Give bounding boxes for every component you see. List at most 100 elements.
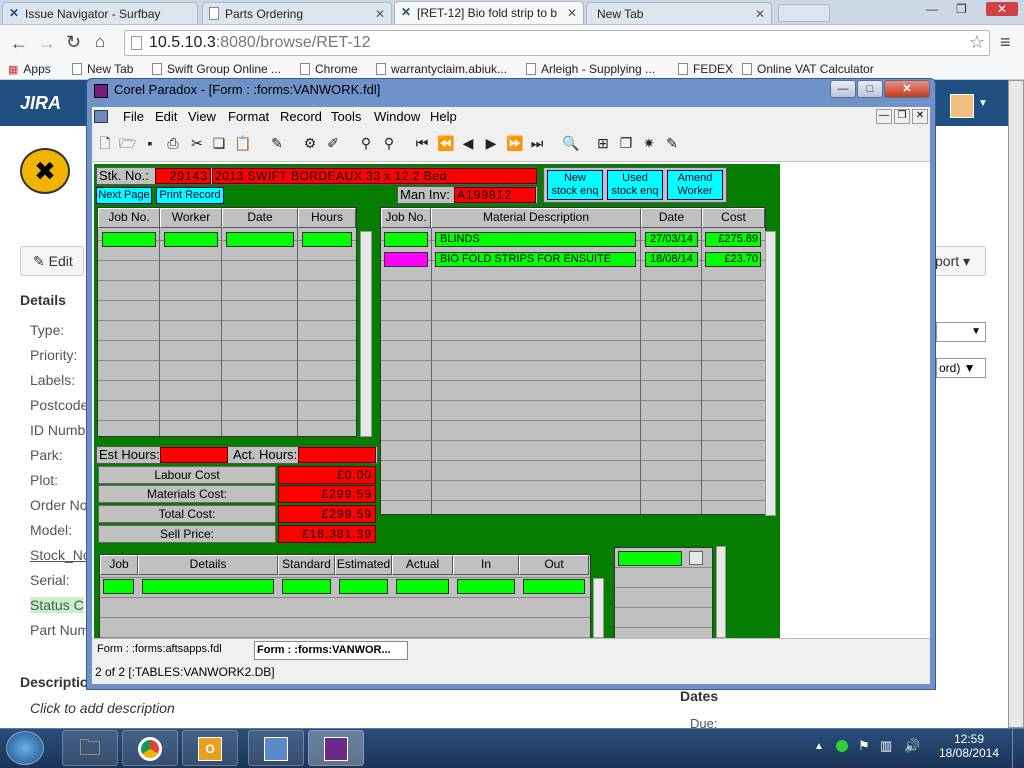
page-scrollbar[interactable] bbox=[1008, 80, 1024, 728]
job-job-field[interactable] bbox=[103, 579, 134, 594]
open-icon[interactable]: 🗁 bbox=[119, 135, 136, 151]
job-standard-field[interactable] bbox=[282, 579, 331, 594]
copy-icon[interactable]: ❏ bbox=[211, 135, 227, 151]
bookmark-swift-group[interactable]: Swift Group Online ... bbox=[152, 62, 281, 76]
bookmark-vat-calculator[interactable]: Online VAT Calculator bbox=[742, 62, 874, 76]
side-grid-scrollbar[interactable] bbox=[716, 546, 726, 638]
act-hours-field[interactable] bbox=[298, 447, 376, 463]
child-close-icon[interactable]: ✕ bbox=[912, 109, 928, 124]
bookmark-chrome[interactable]: Chrome bbox=[300, 62, 358, 76]
bookmark-arleigh[interactable]: Arleigh - Supplying ... bbox=[526, 62, 655, 76]
edit-button[interactable]: ✎ Edit bbox=[20, 246, 84, 276]
material-date-field[interactable]: 27/03/14 bbox=[645, 232, 698, 247]
chevron-down-icon[interactable]: ▼ bbox=[978, 98, 988, 109]
material-job-no-field[interactable] bbox=[384, 232, 428, 247]
next-record-icon[interactable]: ▶ bbox=[483, 135, 499, 151]
action-center-icon[interactable]: ⚑ bbox=[858, 738, 870, 754]
bookmark-new-tab[interactable]: New Tab bbox=[72, 62, 133, 76]
man-inv-field[interactable]: A199812 bbox=[454, 187, 536, 203]
field-view-icon[interactable]: 🔍 bbox=[562, 135, 579, 151]
vehicle-description-field[interactable]: 2013 SWIFT BORDEAUX 33 x 12.2 Bed bbox=[212, 168, 537, 184]
export-button[interactable]: port ▾ bbox=[930, 246, 986, 276]
new-stock-enq-button[interactable]: New stock enq bbox=[547, 170, 603, 200]
menu-record[interactable]: Record bbox=[280, 109, 322, 124]
filter-icon[interactable]: ⚙ bbox=[302, 135, 318, 151]
jira-logo[interactable]: JIRA bbox=[20, 93, 61, 114]
first-record-icon[interactable]: ⏮ bbox=[414, 135, 430, 151]
new-tab-button[interactable] bbox=[778, 4, 830, 22]
labour-scrollbar[interactable] bbox=[360, 231, 372, 437]
menu-edit[interactable]: Edit bbox=[155, 109, 177, 124]
print-icon[interactable]: ⎙ bbox=[165, 135, 181, 151]
back-icon[interactable]: ← bbox=[10, 33, 28, 54]
job-actual-field[interactable] bbox=[396, 579, 449, 594]
menu-window[interactable]: Window bbox=[374, 109, 420, 124]
tab-ret-12[interactable]: ✕ [RET-12] Bio fold strip to b ✕ bbox=[394, 1, 584, 25]
job-details-field[interactable] bbox=[142, 579, 274, 594]
material-date-field[interactable]: 18/08/14 bbox=[645, 252, 698, 267]
bookmark-apps[interactable]: ▦ Apps bbox=[8, 62, 51, 76]
tab-issue-navigator[interactable]: ✕ Issue Navigator - Surfbay bbox=[2, 2, 198, 24]
est-hours-field[interactable] bbox=[160, 447, 228, 463]
material-cost-field[interactable]: £275.89 bbox=[705, 232, 761, 247]
dropdown-2[interactable]: ord) ▼ bbox=[936, 358, 986, 378]
minimize-icon[interactable]: — bbox=[926, 2, 938, 16]
tab-new-tab[interactable]: New Tab ✕ bbox=[586, 2, 772, 24]
form-tab-aftsapps[interactable]: Form : :forms:aftsapps.fdl bbox=[97, 643, 222, 655]
show-hidden-icons-icon[interactable]: ▲ bbox=[814, 741, 824, 752]
bookmark-star-icon[interactable]: ☆ bbox=[969, 30, 985, 54]
menu-file[interactable]: File bbox=[123, 109, 144, 124]
paradox-close-icon[interactable]: ✕ bbox=[884, 80, 930, 98]
material-cost-field[interactable]: £23.70 bbox=[705, 252, 761, 267]
child-restore-icon[interactable]: ❐ bbox=[894, 109, 910, 124]
next-set-icon[interactable]: ⏩ bbox=[506, 135, 523, 151]
bookmark-fedex[interactable]: FEDEX bbox=[678, 62, 733, 76]
chrome-taskbar-icon[interactable] bbox=[122, 730, 178, 766]
volume-icon[interactable]: 🔊 bbox=[904, 738, 920, 754]
prev-record-icon[interactable]: ◀ bbox=[460, 135, 476, 151]
child-minimize-icon[interactable]: — bbox=[876, 109, 892, 124]
status-tray-icon[interactable] bbox=[836, 740, 848, 752]
close-tab-icon[interactable]: ✕ bbox=[375, 3, 385, 24]
restore-icon[interactable]: ❐ bbox=[956, 2, 967, 16]
edit-data-icon[interactable]: ✐ bbox=[325, 135, 341, 151]
prev-set-icon[interactable]: ⏪ bbox=[437, 135, 454, 151]
side-grid-field[interactable] bbox=[618, 551, 682, 566]
jobs-scrollbar[interactable] bbox=[593, 578, 604, 638]
description-placeholder[interactable]: Click to add description bbox=[30, 700, 175, 716]
table-window-icon[interactable]: ⊞ bbox=[595, 135, 611, 151]
material-description-field[interactable]: BIO FOLD STRIPS FOR ENSUITE bbox=[435, 252, 636, 267]
paradox-maximize-icon[interactable]: □ bbox=[857, 80, 883, 98]
save-icon[interactable]: ▪ bbox=[142, 135, 158, 151]
paste-icon[interactable]: 📋 bbox=[234, 135, 251, 151]
home-icon[interactable]: ⌂ bbox=[95, 32, 105, 52]
tab-parts-ordering[interactable]: Parts Ordering ✕ bbox=[202, 2, 392, 24]
side-grid-checkbox[interactable] bbox=[689, 551, 703, 565]
new-icon[interactable]: 🗋 bbox=[97, 135, 113, 151]
start-button[interactable] bbox=[6, 731, 44, 765]
experts-icon[interactable]: ✷ bbox=[641, 135, 657, 151]
reload-icon[interactable]: ↻ bbox=[66, 32, 81, 53]
locate-next-icon[interactable]: ⚲ bbox=[381, 135, 397, 151]
new-window-icon[interactable]: ❐ bbox=[618, 135, 634, 151]
forward-icon[interactable]: → bbox=[38, 33, 56, 54]
form-doc-icon[interactable] bbox=[94, 110, 108, 123]
paradox-taskbar-icon[interactable] bbox=[308, 730, 364, 766]
cut-icon[interactable]: ✂ bbox=[189, 135, 205, 151]
close-window-icon[interactable]: ✕ bbox=[986, 2, 1018, 16]
used-stock-enq-button[interactable]: Used stock enq bbox=[607, 170, 663, 200]
close-tab-icon[interactable]: ✕ bbox=[755, 3, 765, 24]
remote-desktop-taskbar-icon[interactable] bbox=[248, 730, 304, 766]
locate-icon[interactable]: ⚲ bbox=[358, 135, 374, 151]
material-job-no-field-selected[interactable] bbox=[384, 252, 428, 267]
explorer-taskbar-icon[interactable]: 🗀 bbox=[62, 730, 118, 766]
design-icon[interactable]: ✎ bbox=[269, 135, 285, 151]
labour-worker-field[interactable] bbox=[164, 232, 218, 247]
material-description-field[interactable]: BLINDS bbox=[435, 232, 636, 247]
labour-job-no-field[interactable] bbox=[102, 232, 156, 247]
dropdown-1[interactable]: ▼ bbox=[936, 322, 986, 342]
user-avatar[interactable] bbox=[950, 94, 974, 118]
outlook-taskbar-icon[interactable]: O bbox=[182, 730, 238, 766]
labour-date-field[interactable] bbox=[226, 232, 294, 247]
menu-format[interactable]: Format bbox=[228, 109, 269, 124]
